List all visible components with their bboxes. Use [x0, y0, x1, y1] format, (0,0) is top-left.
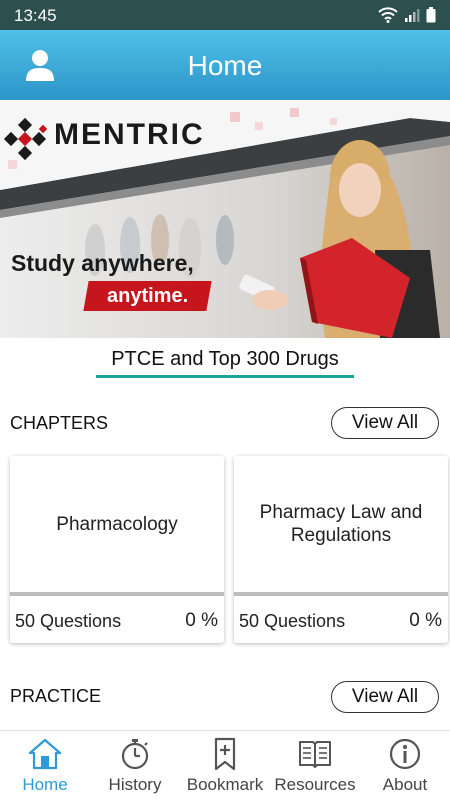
wifi-icon	[378, 7, 398, 23]
exam-title-underline	[96, 375, 354, 378]
home-icon	[28, 738, 62, 770]
chapters-heading: CHAPTERS	[10, 413, 109, 433]
info-icon	[389, 738, 421, 770]
page-title: Home	[187, 50, 263, 81]
nav-item-resources[interactable]: Resources	[270, 731, 360, 800]
nav-item-home[interactable]: Home	[0, 731, 90, 800]
banner-tagline-highlight: anytime.	[83, 281, 212, 311]
promo-banner: MENTRIC Study anywhere, anytime.	[0, 100, 450, 338]
chapter-progress-bar	[10, 592, 224, 596]
nav-item-history[interactable]: History	[90, 731, 180, 800]
bottom-navigation: Home History Bookmark Resources About	[0, 730, 450, 800]
book-icon	[299, 741, 331, 768]
chapter-percent: 0 %	[185, 610, 218, 631]
chapter-card[interactable]: Pharmacy Law and Regulations 50 Question…	[234, 456, 448, 643]
chapter-percent: 0 %	[409, 610, 442, 631]
status-time: 13:45	[14, 6, 57, 25]
stopwatch-icon	[121, 739, 149, 770]
chapter-name: Pharmacology	[56, 513, 178, 535]
chapter-progress-bar	[234, 592, 448, 596]
chapter-question-count: 50 Questions	[15, 611, 122, 631]
nav-label-resources: Resources	[274, 775, 356, 794]
nav-label-history: History	[108, 775, 162, 794]
nav-label-home: Home	[22, 775, 68, 794]
chapters-view-all-button[interactable]: View All	[331, 407, 439, 439]
nav-item-about[interactable]: About	[360, 731, 450, 800]
practice-heading: PRACTICE	[10, 686, 102, 706]
brand-logo-text: MENTRIC	[54, 118, 205, 151]
chapter-card[interactable]: Pharmacology 50 Questions 0 %	[10, 456, 224, 643]
bookmark-icon	[214, 737, 236, 771]
nav-item-bookmark[interactable]: Bookmark	[180, 731, 270, 800]
status-icons	[378, 6, 436, 24]
banner-tagline-highlight-text: anytime.	[106, 285, 189, 307]
practice-view-all-button[interactable]: View All	[331, 681, 439, 713]
banner-tagline: Study anywhere,	[11, 250, 194, 276]
chapter-name: Pharmacy Law and Regulations	[259, 502, 423, 546]
signal-icon	[405, 9, 420, 22]
nav-label-bookmark: Bookmark	[186, 775, 264, 794]
chapter-question-count: 50 Questions	[239, 611, 346, 631]
battery-icon	[426, 7, 436, 23]
exam-title[interactable]: PTCE and Top 300 Drugs	[0, 348, 450, 371]
status-bar: 13:45	[0, 0, 450, 30]
app-header: Home	[0, 30, 450, 100]
nav-label-about: About	[382, 775, 428, 794]
